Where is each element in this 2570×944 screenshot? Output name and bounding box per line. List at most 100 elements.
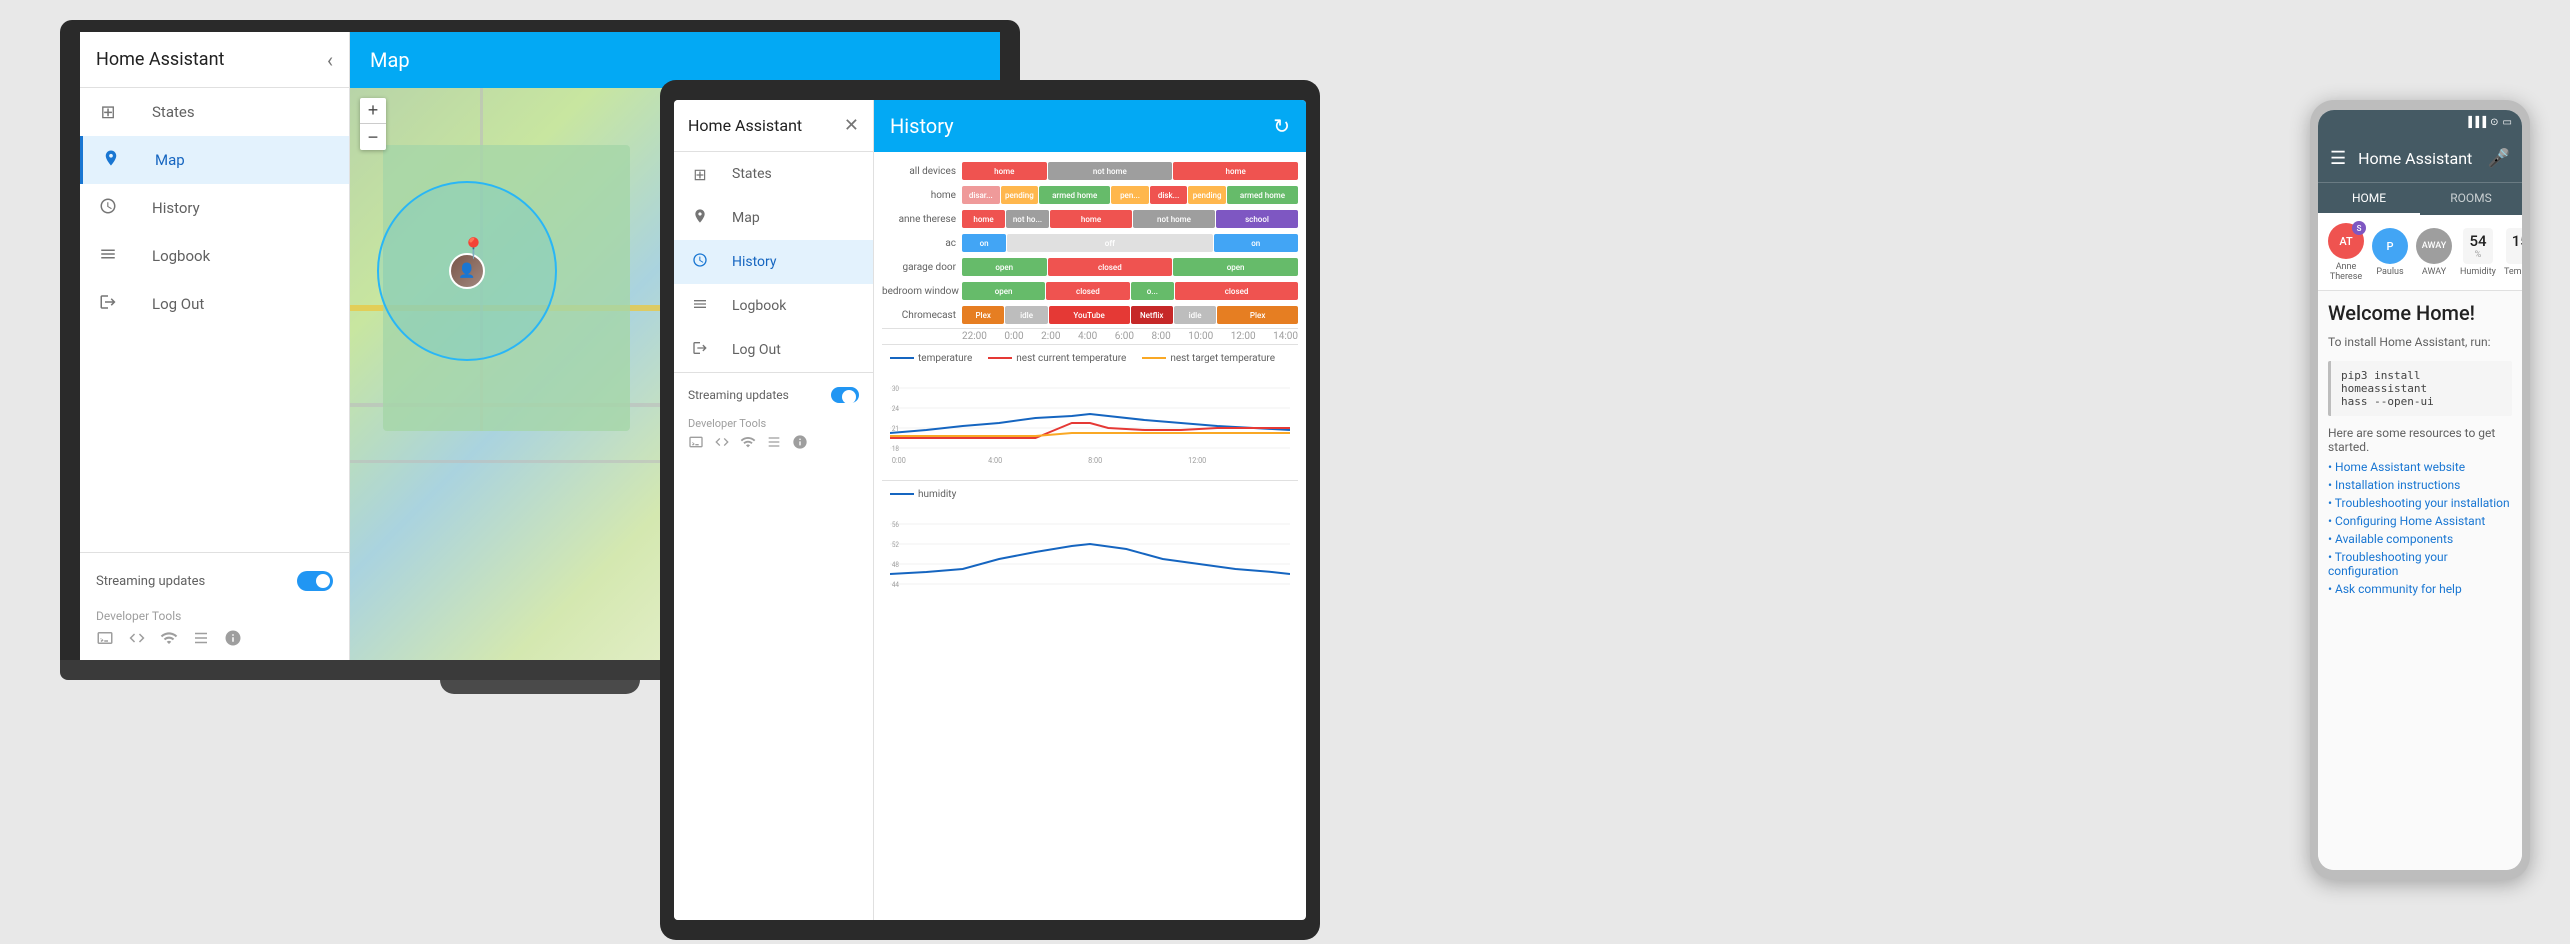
phone-app-title: Home Assistant [2358,149,2475,168]
phone-status-icons: ▐▐▐ ⊙ ▭ [2465,117,2512,128]
mic-icon[interactable]: 🎤 [2488,148,2510,169]
tablet-states-icon: ⊞ [688,165,712,184]
tablet-close-icon[interactable]: ✕ [844,115,859,136]
code-block: pip3 install homeassistant hass --open-u… [2328,361,2512,416]
nest-current-legend-item: nest current temperature [988,353,1126,364]
tablet-nav-logout[interactable]: Log Out [674,328,873,372]
svg-text:8:00: 8:00 [1088,456,1102,465]
avatar-away[interactable]: AWAY AWAY [2416,228,2452,277]
phone-tab-home[interactable]: HOME [2318,183,2420,215]
bar-segment: open [962,258,1047,276]
temperature-sensor[interactable]: 15.6 °C Temperat... [2504,228,2522,277]
bar-segment: pending [1001,186,1039,204]
sidebar-item-states[interactable]: ⊞ States [80,88,349,136]
sidebar-item-logout[interactable]: Log Out [80,280,349,328]
dev-tools-label: Developer Tools [96,601,333,629]
zoom-out-button[interactable]: − [360,124,386,150]
resource-link[interactable]: Available components [2328,532,2512,546]
resource-link[interactable]: Configuring Home Assistant [2328,514,2512,528]
temp-legend-item: temperature [890,353,972,364]
tablet-nav-states[interactable]: ⊞ States [674,152,873,196]
history-title: History [890,114,954,138]
resource-link[interactable]: Home Assistant website [2328,460,2512,474]
humidity-legend: humidity [890,489,1290,500]
svg-text:4:00: 4:00 [988,456,1002,465]
phone-status-bar: ▐▐▐ ⊙ ▭ [2318,110,2522,134]
tablet-terminal-icon[interactable] [688,434,704,454]
info-icon[interactable] [224,629,242,652]
tablet-logbook-label: Logbook [732,298,786,314]
resource-link[interactable]: Troubleshooting your installation [2328,496,2512,510]
history-row: all deviceshomenot homehome [882,160,1298,182]
sidebar-item-history[interactable]: History [80,184,349,232]
code-line-2: hass --open-ui [2341,395,2502,408]
resources-intro: Here are some resources to get started. [2328,426,2512,454]
bar-segment: closed [1048,258,1173,276]
tablet-info-icon[interactable] [792,434,808,454]
time-label: 10:00 [1188,331,1213,342]
humidity-value: 54 [2469,232,2486,250]
temperature-value: 15.6 [2512,232,2522,250]
tablet-wifi-icon[interactable] [740,434,756,454]
humidity-unit: % [2475,250,2482,260]
logout-icon [96,293,120,316]
temperature-card: 15.6 °C [2506,228,2522,264]
bar-segment: on [962,234,1006,252]
dev-tools-icons [96,629,333,652]
phone-tab-rooms[interactable]: ROOMS [2420,183,2522,215]
map-zoom-controls[interactable]: + − [360,98,386,150]
history-row-label: anne therese [882,214,962,225]
avatar-paulus-circle: P [2372,228,2408,264]
svg-text:18: 18 [892,445,899,453]
avatar-paulus[interactable]: P Paulus [2372,228,2408,277]
bar-segment: armed home [1039,186,1110,204]
welcome-body: To install Home Assistant, run: [2328,333,2512,351]
temperature-legend: temperature nest current temperature nes… [890,353,1290,364]
history-bars: openclosedo...closed [962,282,1298,300]
hamburger-icon[interactable]: ☰ [2330,148,2346,169]
zoom-in-button[interactable]: + [360,98,386,124]
history-bars: openclosedopen [962,258,1298,276]
history-row: aconoffon [882,232,1298,254]
avatar-anne-therese[interactable]: AT S AnneTherese [2328,223,2364,282]
time-label: 2:00 [1041,331,1060,342]
history-rows: all deviceshomenot homehomehomedisar...p… [882,160,1298,326]
refresh-icon[interactable]: ↻ [1273,114,1290,138]
streaming-row: Streaming updates [96,561,333,601]
humidity-label: humidity [918,489,956,500]
tablet-bottom-section: Streaming updates Developer Tools [674,372,873,460]
resource-link[interactable]: Troubleshooting your configuration [2328,550,2512,578]
resource-link[interactable]: Ask community for help [2328,582,2512,596]
wifi-icon[interactable] [160,629,178,652]
bar-segment: Plex [962,306,1004,324]
svg-text:0:00: 0:00 [892,456,906,465]
sidebar-item-map[interactable]: Map [80,136,349,184]
humidity-legend-item: humidity [890,489,956,500]
streaming-toggle[interactable] [297,571,333,591]
time-label: 0:00 [1004,331,1023,342]
tablet-screen: Home Assistant ✕ ⊞ States Map [674,100,1306,920]
sidebar-item-logbook[interactable]: Logbook [80,232,349,280]
humidity-label: Humidity [2460,267,2496,277]
code-icon[interactable] [128,629,146,652]
tablet-code-icon[interactable] [714,434,730,454]
tablet-nav-map[interactable]: Map [674,196,873,240]
resource-link[interactable]: Installation instructions [2328,478,2512,492]
phone-body[interactable]: Welcome Home! To install Home Assistant,… [2318,291,2522,870]
sidebar-collapse-icon[interactable]: ‹ [327,48,333,72]
humidity-sensor[interactable]: 54 % Humidity [2460,228,2496,277]
bar-segment: idle [1174,306,1216,324]
history-content[interactable]: all deviceshomenot homehomehomedisar...p… [874,152,1306,920]
tablet-streaming-toggle[interactable] [831,387,859,403]
history-bars: homenot ho...homenot homeschool [962,210,1298,228]
tablet-nav-history[interactable]: History [674,240,873,284]
tablet-nav-logbook[interactable]: Logbook [674,284,873,328]
terminal-icon[interactable] [96,629,114,652]
bar-segment: home [1173,162,1298,180]
svg-text:30: 30 [892,385,899,393]
database-icon[interactable] [192,629,210,652]
bar-segment: home [962,162,1047,180]
time-label: 22:00 [962,331,987,342]
nest-current-label: nest current temperature [1016,353,1126,364]
tablet-database-icon[interactable] [766,434,782,454]
